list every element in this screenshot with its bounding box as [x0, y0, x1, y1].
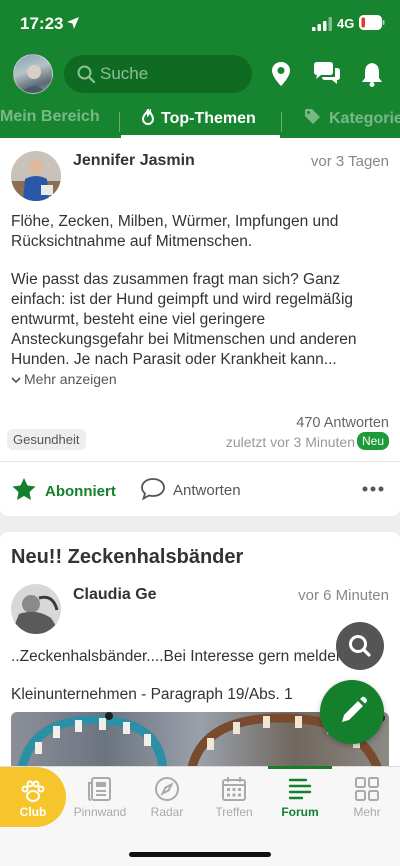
nav-pinnwand[interactable]: Pinnwand — [67, 767, 133, 827]
tab-kategorie-label: Kategorie — [329, 110, 400, 127]
post-paragraph: ..Zeckenhalsbänder....Bei Interesse gern… — [11, 648, 345, 665]
category-tag[interactable]: Gesundheit — [7, 429, 86, 450]
home-indicator[interactable] — [129, 852, 271, 857]
chevron-down-icon — [11, 377, 21, 384]
map-pin-icon[interactable] — [268, 60, 294, 88]
compose-fab[interactable] — [320, 680, 384, 744]
nav-forum-label: Forum — [281, 805, 319, 819]
tab-top-themen[interactable]: Top-Themen — [140, 108, 256, 128]
post-paragraph: Flöhe, Zecken, Milben, Würmer, Impfungen… — [11, 213, 339, 250]
nav-mehr-label: Mehr — [353, 805, 381, 819]
battery-icon — [359, 15, 385, 30]
app-header: 17:23 4G Suche Mein Bereich Top-Themen K… — [0, 0, 400, 138]
search-fab[interactable] — [336, 622, 384, 670]
show-more-link[interactable]: Mehr anzeigen — [11, 371, 117, 387]
post-paragraph: Wie passt das zusammen fragt man sich? G… — [11, 271, 357, 368]
nav-treffen[interactable]: Treffen — [201, 767, 267, 827]
nav-club[interactable]: Club — [0, 767, 66, 827]
author-name[interactable]: Jennifer Jasmin — [73, 152, 195, 170]
network-type: 4G — [337, 16, 355, 31]
show-more-label: Mehr anzeigen — [24, 371, 117, 387]
tag-icon — [305, 109, 320, 124]
new-badge: Neu — [356, 432, 389, 450]
answer-count: 470 Antworten — [296, 415, 389, 431]
search-input[interactable]: Suche — [64, 55, 252, 93]
reply-label: Antworten — [173, 482, 241, 499]
status-bar: 17:23 4G — [0, 0, 400, 48]
bell-icon[interactable] — [359, 60, 385, 88]
star-icon — [12, 478, 36, 500]
post-time: vor 6 Minuten — [298, 587, 389, 604]
tab-mein-bereich[interactable]: Mein Bereich — [0, 108, 100, 126]
search-icon — [77, 65, 96, 84]
subscribe-button[interactable]: Abonniert — [11, 477, 116, 502]
active-nav-indicator — [268, 766, 332, 769]
subscribe-label: Abonniert — [45, 483, 116, 500]
nav-forum[interactable]: Forum — [267, 767, 333, 827]
nav-pinnwand-label: Pinnwand — [73, 805, 127, 819]
author-avatar[interactable] — [11, 584, 61, 634]
location-arrow-icon — [67, 17, 79, 29]
grid-icon — [355, 777, 379, 801]
more-options-icon[interactable] — [362, 486, 384, 492]
speech-bubble-icon — [141, 478, 165, 501]
search-icon — [349, 635, 371, 657]
tab-kategorie[interactable]: Kategorie — [304, 108, 400, 128]
tab-bar: Mein Bereich Top-Themen Kategorie — [0, 100, 400, 138]
calendar-icon — [222, 777, 246, 801]
post-time: vor 3 Tagen — [310, 153, 389, 170]
divider — [0, 461, 400, 462]
tab-divider — [119, 112, 120, 132]
author-name[interactable]: Claudia Ge — [73, 586, 157, 604]
nav-radar[interactable]: Radar — [134, 767, 200, 827]
nav-radar-label: Radar — [150, 805, 184, 819]
post-title[interactable]: Neu!! Zeckenhalsbänder — [11, 546, 243, 569]
compass-icon — [155, 777, 179, 801]
chat-bubbles-icon[interactable] — [312, 60, 342, 88]
forum-lines-icon — [288, 778, 312, 800]
paw-icon — [21, 780, 45, 802]
tab-top-themen-label: Top-Themen — [161, 110, 256, 127]
reply-button[interactable]: Antworten — [140, 477, 241, 501]
flame-icon — [141, 108, 155, 125]
pencil-icon — [342, 696, 367, 722]
profile-avatar[interactable] — [13, 54, 53, 94]
nav-treffen-label: Treffen — [215, 805, 253, 819]
signal-icon — [312, 17, 332, 31]
bottom-navigation: Club Pinnwand Radar Treffen Forum Mehr — [0, 766, 400, 866]
search-placeholder: Suche — [100, 64, 149, 83]
post-card[interactable]: Jennifer Jasmin vor 3 Tagen Flöhe, Zecke… — [0, 138, 400, 516]
nav-club-label: Club — [19, 805, 47, 819]
author-avatar[interactable] — [11, 151, 61, 201]
nav-mehr[interactable]: Mehr — [334, 767, 400, 827]
tab-divider — [281, 112, 282, 132]
last-reply-time: zuletzt vor 3 Minuten — [225, 434, 355, 450]
newspaper-icon — [88, 777, 111, 801]
status-time: 17:23 — [20, 14, 64, 33]
